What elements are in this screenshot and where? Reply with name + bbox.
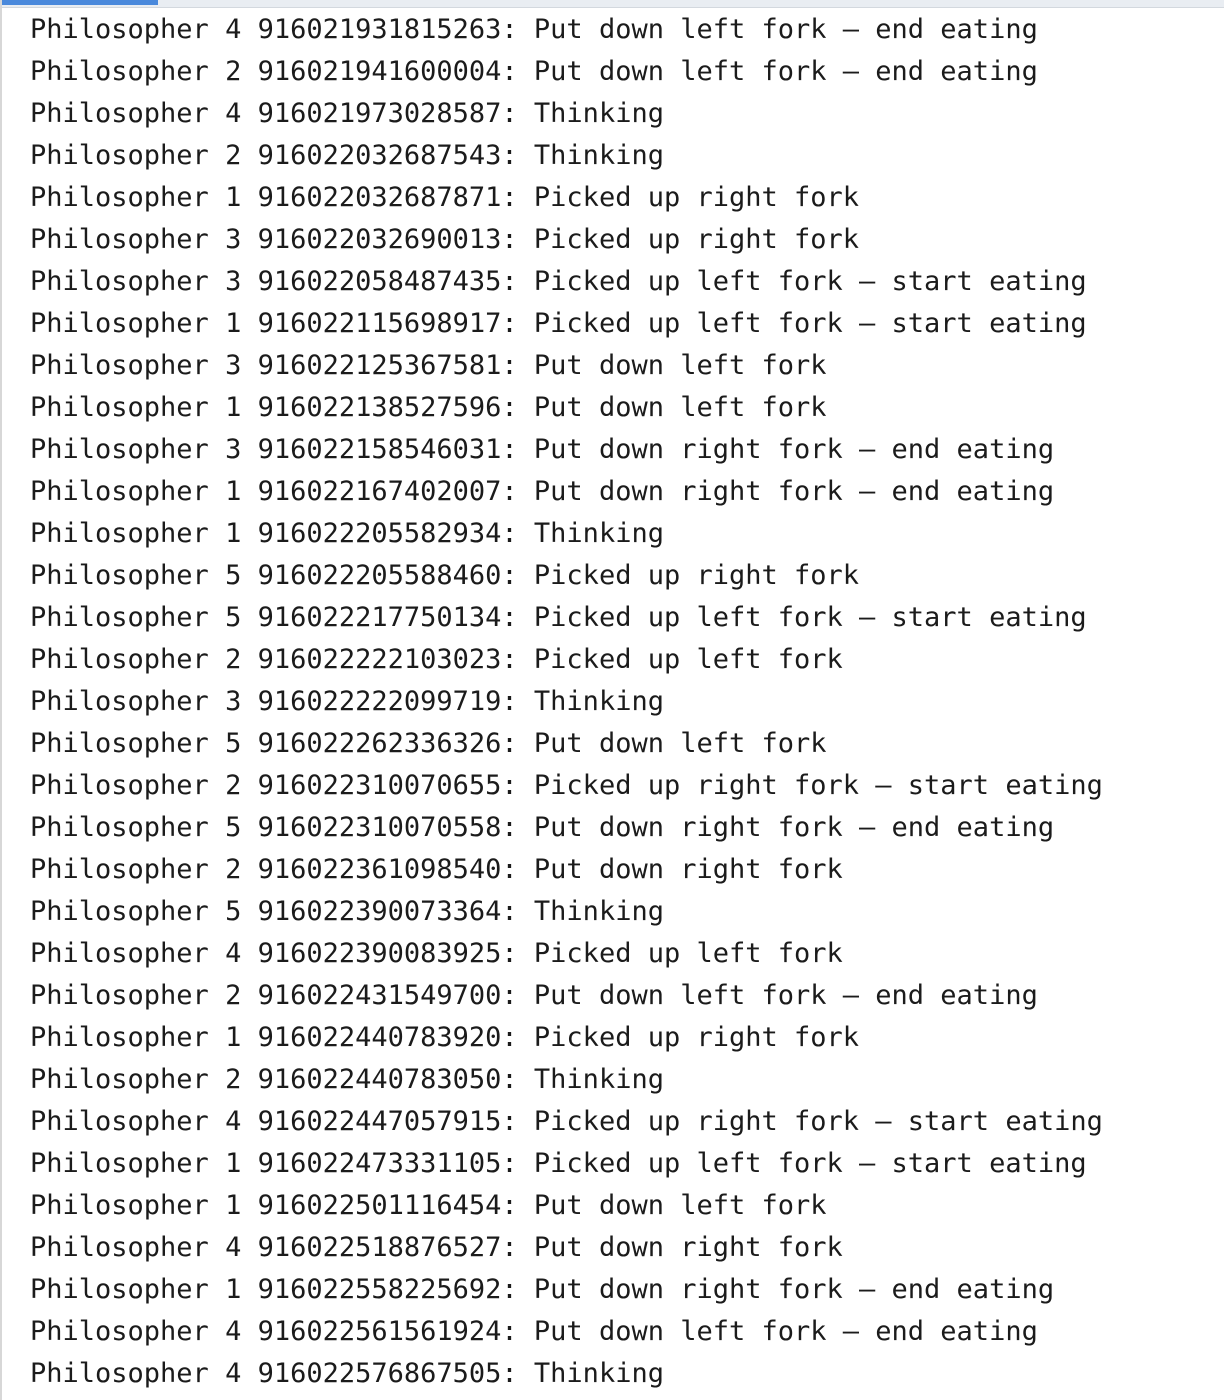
console-log-line: Philosopher 4 916021931815263: Put down …: [30, 14, 1038, 45]
console-log-line: Philosopher 4 916022576867505: Thinking: [30, 1358, 664, 1389]
console-log-line: Philosopher 1 916022501116454: Put down …: [30, 1190, 827, 1221]
console-log-list: Philosopher 4 916021931815263: Put down …: [30, 9, 1103, 1395]
console-log-line: Philosopher 1 916022115698917: Picked up…: [30, 308, 1087, 339]
console-log-line: Philosopher 3 916022058487435: Picked up…: [30, 266, 1087, 297]
console-log-line: Philosopher 3 916022032690013: Picked up…: [30, 224, 860, 255]
console-header-strip: [2, 0, 1224, 8]
console-log-line: Philosopher 3 916022125367581: Put down …: [30, 350, 827, 381]
console-log-line: Philosopher 2 916022222103023: Picked up…: [30, 644, 843, 675]
console-log-line: Philosopher 5 916022310070558: Put down …: [30, 812, 1055, 843]
console-log-line: Philosopher 3 916022222099719: Thinking: [30, 686, 664, 717]
console-log-line: Philosopher 4 916022518876527: Put down …: [30, 1232, 843, 1263]
console-log-line: Philosopher 5 916022217750134: Picked up…: [30, 602, 1087, 633]
console-log-line: Philosopher 4 916022447057915: Picked up…: [30, 1106, 1103, 1137]
console-output-panel[interactable]: Philosopher 4 916021931815263: Put down …: [0, 0, 1224, 1400]
console-log-line: Philosopher 4 916022561561924: Put down …: [30, 1316, 1038, 1347]
console-log-line: Philosopher 2 916022431549700: Put down …: [30, 980, 1038, 1011]
console-log-line: Philosopher 1 916022205582934: Thinking: [30, 518, 664, 549]
active-tab-indicator: [2, 0, 158, 5]
console-log-line: Philosopher 1 916022138527596: Put down …: [30, 392, 827, 423]
console-log-line: Philosopher 2 916021941600004: Put down …: [30, 56, 1038, 87]
console-log-line: Philosopher 5 916022262336326: Put down …: [30, 728, 827, 759]
console-log-line: Philosopher 5 916022205588460: Picked up…: [30, 560, 860, 591]
console-log-line: Philosopher 2 916022310070655: Picked up…: [30, 770, 1103, 801]
console-log-line: Philosopher 1 916022473331105: Picked up…: [30, 1148, 1087, 1179]
console-log-line: Philosopher 2 916022032687543: Thinking: [30, 140, 664, 171]
console-log-line: Philosopher 2 916022361098540: Put down …: [30, 854, 843, 885]
console-log-line: Philosopher 1 916022558225692: Put down …: [30, 1274, 1055, 1305]
console-log-line: Philosopher 4 916021973028587: Thinking: [30, 98, 664, 129]
console-log-line: Philosopher 1 916022032687871: Picked up…: [30, 182, 860, 213]
console-log-line: Philosopher 4 916022390083925: Picked up…: [30, 938, 843, 969]
console-log-line: Philosopher 2 916022440783050: Thinking: [30, 1064, 664, 1095]
console-log-line: Philosopher 5 916022390073364: Thinking: [30, 896, 664, 927]
console-log-line: Philosopher 1 916022440783920: Picked up…: [30, 1022, 860, 1053]
console-log-line: Philosopher 3 916022158546031: Put down …: [30, 434, 1055, 465]
console-log-line: Philosopher 1 916022167402007: Put down …: [30, 476, 1055, 507]
